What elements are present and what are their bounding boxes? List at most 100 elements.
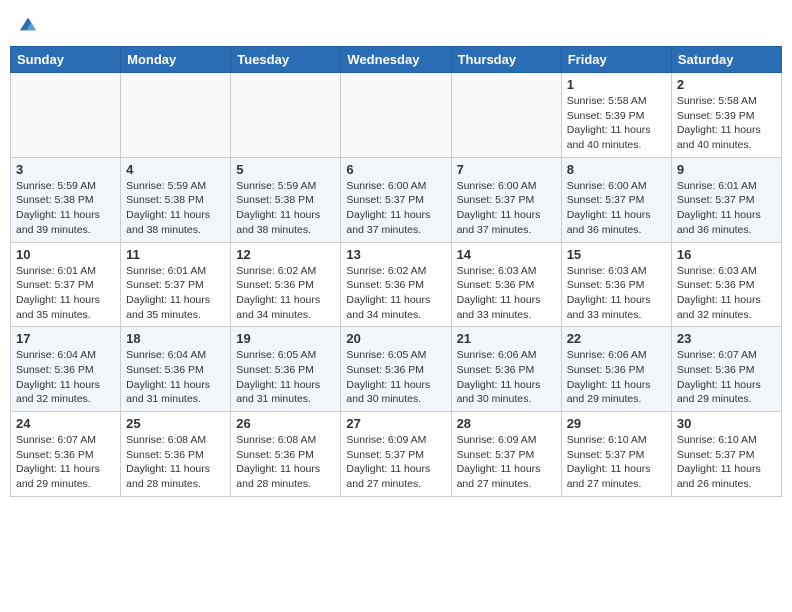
day-info: Sunrise: 6:10 AMSunset: 5:37 PMDaylight:… xyxy=(677,433,776,492)
day-header-thursday: Thursday xyxy=(451,47,561,73)
calendar-cell: 11 Sunrise: 6:01 AMSunset: 5:37 PMDayligh… xyxy=(121,242,231,327)
calendar-week-4: 17 Sunrise: 6:04 AMSunset: 5:36 PMDayligh… xyxy=(11,327,782,412)
calendar-week-5: 24Sunrise: 6:07 AMSunset: 5:36 PMDayligh… xyxy=(11,412,782,497)
day-info: Sunrise: 5:59 AMSunset: 5:38 PMDaylight:… xyxy=(236,179,335,238)
day-info: Sunrise: 6:01 AMSunset: 5:37 PMDaylight:… xyxy=(677,179,776,238)
day-number: 2 xyxy=(677,77,776,92)
calendar-cell: 16 Sunrise: 6:03 AMSunset: 5:36 PMDayligh… xyxy=(671,242,781,327)
day-header-monday: Monday xyxy=(121,47,231,73)
day-number: 23 xyxy=(677,331,776,346)
day-number: 3 xyxy=(16,162,115,177)
calendar-cell xyxy=(121,73,231,158)
day-info: Sunrise: 6:04 AMSunset: 5:36 PMDaylight:… xyxy=(16,348,115,407)
day-number: 9 xyxy=(677,162,776,177)
day-number: 11 xyxy=(126,247,225,262)
calendar-cell: 4 Sunrise: 5:59 AMSunset: 5:38 PMDaylight… xyxy=(121,157,231,242)
page-header xyxy=(10,10,782,38)
day-number: 17 xyxy=(16,331,115,346)
calendar-cell: 20 Sunrise: 6:05 AMSunset: 5:36 PMDayligh… xyxy=(341,327,451,412)
calendar-cell: 27 Sunrise: 6:09 AMSunset: 5:37 PMDayligh… xyxy=(341,412,451,497)
calendar-cell: 19 Sunrise: 6:05 AMSunset: 5:36 PMDayligh… xyxy=(231,327,341,412)
day-number: 26 xyxy=(236,416,335,431)
day-info: Sunrise: 6:02 AMSunset: 5:36 PMDaylight:… xyxy=(346,264,445,323)
day-info: Sunrise: 6:08 AMSunset: 5:36 PMDaylight:… xyxy=(236,433,335,492)
day-info: Sunrise: 6:03 AMSunset: 5:36 PMDaylight:… xyxy=(457,264,556,323)
day-info: Sunrise: 6:06 AMSunset: 5:36 PMDaylight:… xyxy=(457,348,556,407)
day-info: Sunrise: 6:05 AMSunset: 5:36 PMDaylight:… xyxy=(236,348,335,407)
calendar-week-3: 10 Sunrise: 6:01 AMSunset: 5:37 PMDayligh… xyxy=(11,242,782,327)
calendar-cell: 12Sunrise: 6:02 AMSunset: 5:36 PMDayligh… xyxy=(231,242,341,327)
day-number: 4 xyxy=(126,162,225,177)
calendar-cell: 1 Sunrise: 5:58 AMSunset: 5:39 PMDaylight… xyxy=(561,73,671,158)
day-info: Sunrise: 6:05 AMSunset: 5:36 PMDaylight:… xyxy=(346,348,445,407)
day-info: Sunrise: 6:09 AMSunset: 5:37 PMDaylight:… xyxy=(346,433,445,492)
calendar-cell: 10Sunrise: 6:01 AMSunset: 5:37 PMDayligh… xyxy=(11,242,121,327)
logo-icon xyxy=(20,17,36,31)
calendar-week-1: 1 Sunrise: 5:58 AMSunset: 5:39 PMDaylight… xyxy=(11,73,782,158)
day-info: Sunrise: 5:59 AMSunset: 5:38 PMDaylight:… xyxy=(16,179,115,238)
calendar-cell: 6 Sunrise: 6:00 AMSunset: 5:37 PMDaylight… xyxy=(341,157,451,242)
day-info: Sunrise: 6:03 AMSunset: 5:36 PMDaylight:… xyxy=(677,264,776,323)
calendar-cell: 23 Sunrise: 6:07 AMSunset: 5:36 PMDayligh… xyxy=(671,327,781,412)
calendar-cell xyxy=(451,73,561,158)
day-info: Sunrise: 6:08 AMSunset: 5:36 PMDaylight:… xyxy=(126,433,225,492)
calendar-cell: 24Sunrise: 6:07 AMSunset: 5:36 PMDayligh… xyxy=(11,412,121,497)
calendar-cell: 9 Sunrise: 6:01 AMSunset: 5:37 PMDaylight… xyxy=(671,157,781,242)
day-info: Sunrise: 5:58 AMSunset: 5:39 PMDaylight:… xyxy=(567,94,666,153)
day-number: 19 xyxy=(236,331,335,346)
day-number: 1 xyxy=(567,77,666,92)
calendar-cell: 21Sunrise: 6:06 AMSunset: 5:36 PMDayligh… xyxy=(451,327,561,412)
calendar-cell: 18 Sunrise: 6:04 AMSunset: 5:36 PMDayligh… xyxy=(121,327,231,412)
day-number: 10 xyxy=(16,247,115,262)
day-number: 20 xyxy=(346,331,445,346)
calendar-cell: 13 Sunrise: 6:02 AMSunset: 5:36 PMDayligh… xyxy=(341,242,451,327)
day-info: Sunrise: 6:00 AMSunset: 5:37 PMDaylight:… xyxy=(346,179,445,238)
day-header-friday: Friday xyxy=(561,47,671,73)
day-info: Sunrise: 6:07 AMSunset: 5:36 PMDaylight:… xyxy=(677,348,776,407)
day-info: Sunrise: 6:01 AMSunset: 5:37 PMDaylight:… xyxy=(126,264,225,323)
day-number: 29 xyxy=(567,416,666,431)
day-number: 18 xyxy=(126,331,225,346)
day-number: 28 xyxy=(457,416,556,431)
day-info: Sunrise: 6:02 AMSunset: 5:36 PMDaylight:… xyxy=(236,264,335,323)
day-number: 22 xyxy=(567,331,666,346)
calendar-cell: 22 Sunrise: 6:06 AMSunset: 5:36 PMDayligh… xyxy=(561,327,671,412)
day-number: 5 xyxy=(236,162,335,177)
day-info: Sunrise: 6:06 AMSunset: 5:36 PMDaylight:… xyxy=(567,348,666,407)
calendar-cell: 3 Sunrise: 5:59 AMSunset: 5:38 PMDaylight… xyxy=(11,157,121,242)
day-info: Sunrise: 6:09 AMSunset: 5:37 PMDaylight:… xyxy=(457,433,556,492)
day-header-wednesday: Wednesday xyxy=(341,47,451,73)
day-number: 7 xyxy=(457,162,556,177)
day-number: 6 xyxy=(346,162,445,177)
day-number: 30 xyxy=(677,416,776,431)
calendar-cell xyxy=(11,73,121,158)
day-number: 8 xyxy=(567,162,666,177)
calendar-cell: 26 Sunrise: 6:08 AMSunset: 5:36 PMDayligh… xyxy=(231,412,341,497)
day-info: Sunrise: 6:04 AMSunset: 5:36 PMDaylight:… xyxy=(126,348,225,407)
calendar-cell: 30 Sunrise: 6:10 AMSunset: 5:37 PMDayligh… xyxy=(671,412,781,497)
day-number: 14 xyxy=(457,247,556,262)
calendar-cell: 25 Sunrise: 6:08 AMSunset: 5:36 PMDayligh… xyxy=(121,412,231,497)
day-number: 27 xyxy=(346,416,445,431)
calendar-cell: 2 Sunrise: 5:58 AMSunset: 5:39 PMDaylight… xyxy=(671,73,781,158)
calendar-header-row: SundayMondayTuesdayWednesdayThursdayFrid… xyxy=(11,47,782,73)
day-info: Sunrise: 6:03 AMSunset: 5:36 PMDaylight:… xyxy=(567,264,666,323)
day-number: 16 xyxy=(677,247,776,262)
calendar-cell: 7 Sunrise: 6:00 AMSunset: 5:37 PMDaylight… xyxy=(451,157,561,242)
calendar-cell: 14 Sunrise: 6:03 AMSunset: 5:36 PMDayligh… xyxy=(451,242,561,327)
calendar-cell: 8Sunrise: 6:00 AMSunset: 5:37 PMDaylight… xyxy=(561,157,671,242)
calendar-cell: 17 Sunrise: 6:04 AMSunset: 5:36 PMDayligh… xyxy=(11,327,121,412)
calendar-cell xyxy=(231,73,341,158)
day-number: 24 xyxy=(16,416,115,431)
calendar-cell: 15 Sunrise: 6:03 AMSunset: 5:36 PMDayligh… xyxy=(561,242,671,327)
calendar-week-2: 3 Sunrise: 5:59 AMSunset: 5:38 PMDaylight… xyxy=(11,157,782,242)
day-number: 15 xyxy=(567,247,666,262)
day-info: Sunrise: 6:00 AMSunset: 5:37 PMDaylight:… xyxy=(457,179,556,238)
day-info: Sunrise: 5:58 AMSunset: 5:39 PMDaylight:… xyxy=(677,94,776,153)
day-info: Sunrise: 5:59 AMSunset: 5:38 PMDaylight:… xyxy=(126,179,225,238)
day-number: 13 xyxy=(346,247,445,262)
calendar-cell xyxy=(341,73,451,158)
day-header-tuesday: Tuesday xyxy=(231,47,341,73)
day-info: Sunrise: 6:10 AMSunset: 5:37 PMDaylight:… xyxy=(567,433,666,492)
day-number: 25 xyxy=(126,416,225,431)
